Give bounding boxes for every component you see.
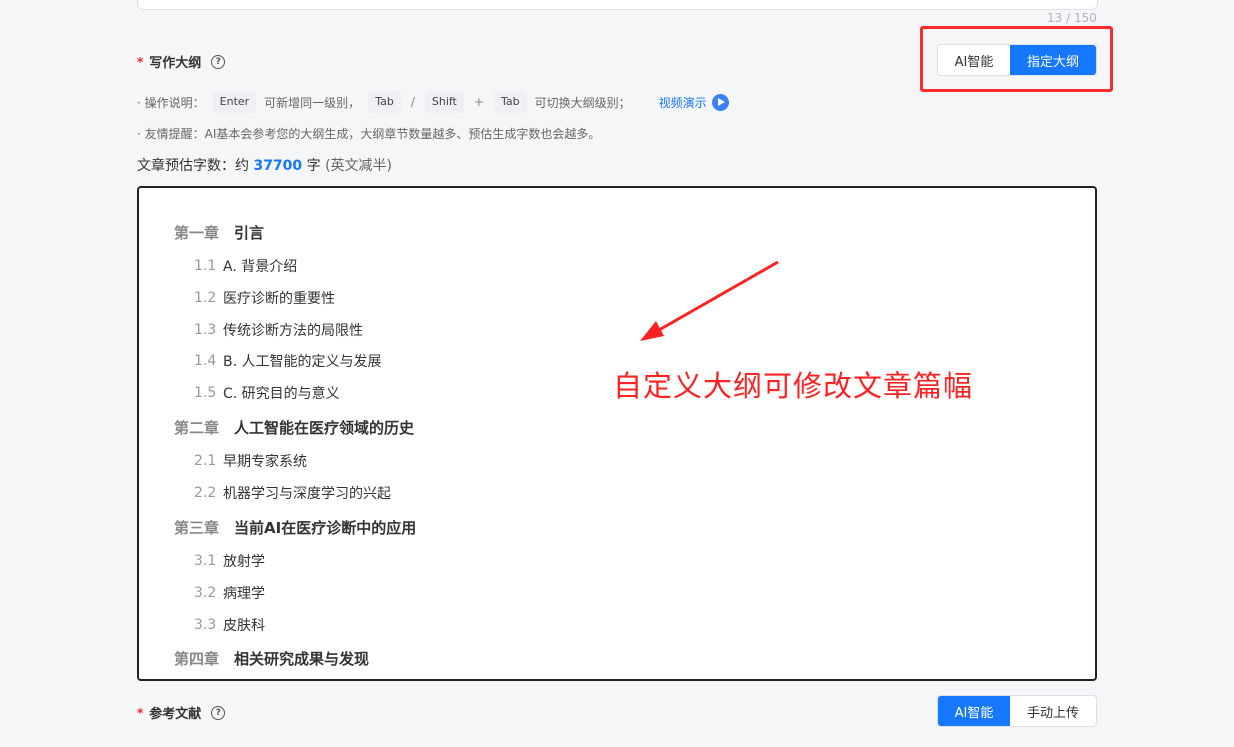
required-mark: * xyxy=(137,705,144,720)
annotation-text: 自定义大纲可修改文章篇幅 xyxy=(613,369,974,403)
reference-section-label: * 参考文献 ? xyxy=(137,703,226,722)
reference-mode-ai-button[interactable]: AI智能 xyxy=(938,696,1010,726)
question-circle-icon[interactable]: ? xyxy=(211,705,226,720)
reference-mode-upload-button[interactable]: 手动上传 xyxy=(1010,696,1096,726)
reference-label-text: 参考文献 xyxy=(149,707,202,722)
reference-mode-toggle: AI智能 手动上传 xyxy=(937,695,1097,727)
